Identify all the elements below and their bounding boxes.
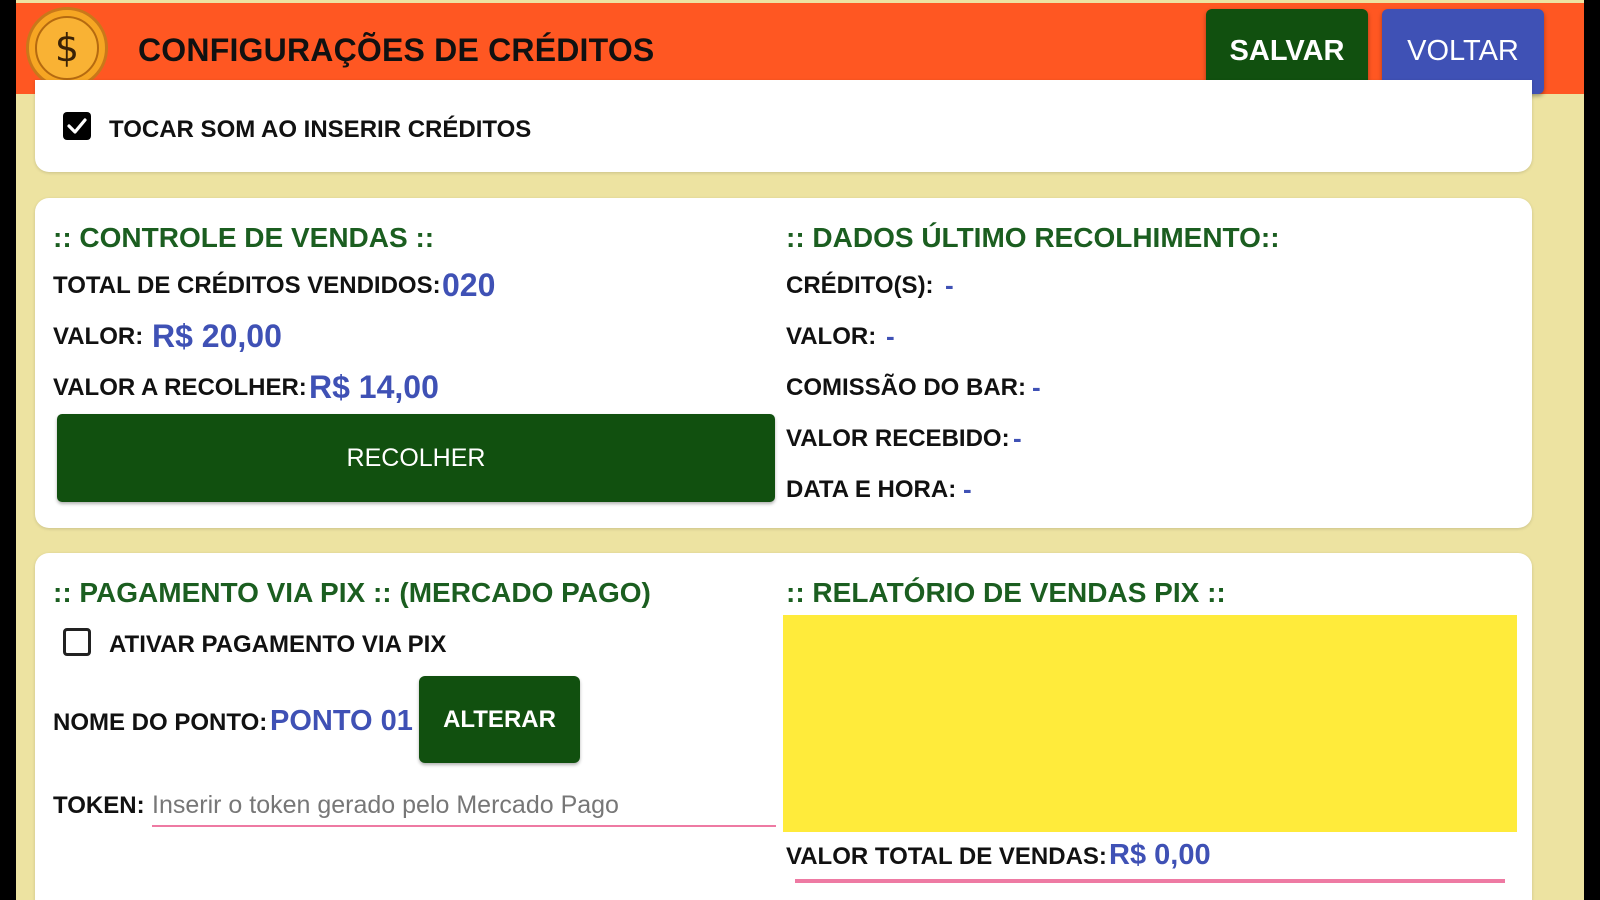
token-label: TOKEN: xyxy=(53,792,145,819)
divider xyxy=(795,879,1505,883)
collect-button[interactable]: RECOLHER xyxy=(57,414,775,502)
sound-settings-card: TOCAR SOM AO INSERIR CRÉDITOS xyxy=(35,80,1532,172)
received-value: - xyxy=(1013,423,1022,453)
received-value-label: VALOR RECEBIDO: xyxy=(786,425,1010,452)
pix-report-title: :: RELATÓRIO DE VENDAS PIX :: xyxy=(786,577,1226,608)
bar-commission-value: - xyxy=(1032,372,1041,402)
token-input[interactable] xyxy=(152,785,776,827)
pix-payment-title: :: PAGAMENTO VIA PIX :: (MERCADO PAGO) xyxy=(53,577,651,608)
last-value: - xyxy=(886,321,895,351)
app-window: $ CONFIGURAÇÕES DE CRÉDITOS SALVAR VOLTA… xyxy=(16,0,1584,900)
collect-value-label: VALOR A RECOLHER: xyxy=(53,374,307,401)
enable-pix-label: ATIVAR PAGAMENTO VIA PIX xyxy=(109,631,447,658)
total-credits-value: 020 xyxy=(442,267,496,303)
last-credits-value: - xyxy=(945,270,954,300)
checkmark-icon xyxy=(67,118,87,134)
sales-card: :: CONTROLE DE VENDAS :: TOTAL DE CRÉDIT… xyxy=(35,198,1532,528)
play-sound-checkbox[interactable] xyxy=(63,112,91,140)
point-name-label: NOME DO PONTO: xyxy=(53,709,268,736)
play-sound-label: TOCAR SOM AO INSERIR CRÉDITOS xyxy=(109,116,532,143)
page-title: CONFIGURAÇÕES DE CRÉDITOS xyxy=(138,32,655,68)
dollar-icon: $ xyxy=(35,16,99,80)
last-value-label: VALOR: xyxy=(786,323,877,350)
value-amount: R$ 20,00 xyxy=(152,318,282,354)
coin-logo-icon: $ xyxy=(26,7,108,89)
change-button[interactable]: ALTERAR xyxy=(419,676,580,763)
pix-card: :: PAGAMENTO VIA PIX :: (MERCADO PAGO) A… xyxy=(35,553,1532,900)
total-credits-label: TOTAL DE CRÉDITOS VENDIDOS: xyxy=(53,272,441,299)
enable-pix-checkbox[interactable] xyxy=(63,628,91,656)
value-label: VALOR: xyxy=(53,323,144,350)
pix-report-area xyxy=(783,615,1517,832)
datetime-label: DATA E HORA: xyxy=(786,476,957,503)
total-sales-label: VALOR TOTAL DE VENDAS: xyxy=(786,843,1107,870)
last-collection-title: :: DADOS ÚLTIMO RECOLHIMENTO:: xyxy=(786,222,1280,253)
total-sales-value: R$ 0,00 xyxy=(1109,839,1211,871)
bar-commission-label: COMISSÃO DO BAR: xyxy=(786,374,1026,401)
point-name-value: PONTO 01 xyxy=(270,705,413,737)
last-credits-label: CRÉDITO(S): xyxy=(786,272,934,299)
collect-value-amount: R$ 14,00 xyxy=(309,369,439,405)
sales-control-title: :: CONTROLE DE VENDAS :: xyxy=(53,222,435,253)
datetime-value: - xyxy=(963,474,972,504)
